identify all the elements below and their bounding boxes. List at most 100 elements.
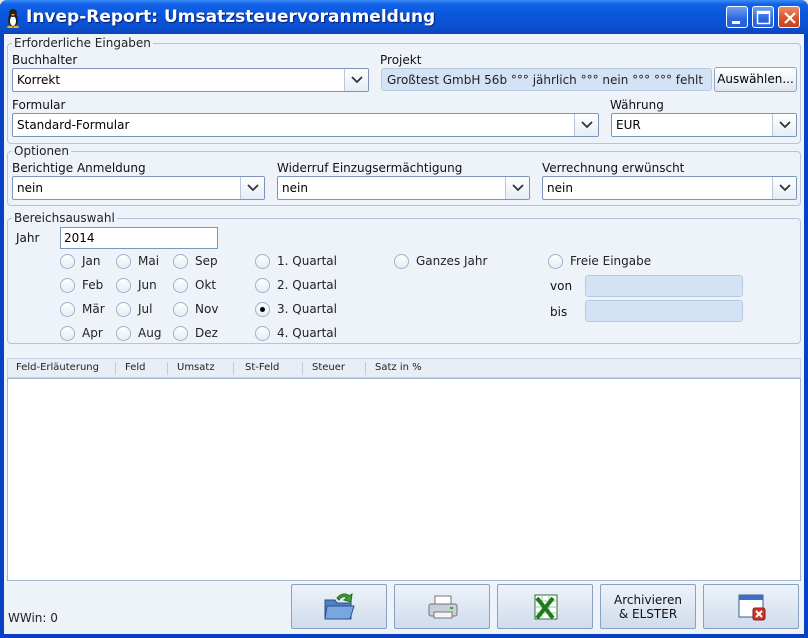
radio-label: 1. Quartal [277,254,337,268]
berichtige-dropdown-button[interactable] [240,177,264,199]
waehrung-dropdown-button[interactable] [772,114,796,136]
export-excel-button[interactable] [497,584,593,629]
archive-elster-button[interactable]: Archivieren & ELSTER [600,584,696,629]
maximize-button[interactable] [752,6,774,28]
radio-label: Mai [138,254,160,268]
radio-circle [173,302,188,317]
projekt-label: Projekt [380,53,422,67]
radio-label: Nov [195,302,219,316]
bis-input[interactable] [585,300,743,322]
jahr-input[interactable]: 2014 [60,227,218,249]
radio-label: Jan [82,254,101,268]
buchhalter-label: Buchhalter [12,53,78,67]
column-divider[interactable] [302,362,303,375]
column-header-feld[interactable]: Feld [125,362,145,373]
formular-value: Standard-Formular [17,118,130,132]
chevron-down-icon [779,184,791,192]
radio-circle [255,254,270,269]
jahr-value: 2014 [64,231,95,245]
projekt-value: Großtest GmbH 56b °°° jährlich °°° nein … [387,73,704,87]
close-icon [784,12,796,24]
results-table[interactable] [7,378,801,581]
widerruf-dropdown-button[interactable] [505,177,529,199]
maximize-icon [756,10,771,25]
von-input[interactable] [585,275,743,297]
open-button[interactable] [291,584,387,629]
column-divider[interactable] [365,362,366,375]
options-legend: Optionen [14,144,70,158]
column-header-steuer[interactable]: Steuer [312,362,345,373]
range-legend: Bereichsauswahl [14,211,115,225]
widerruf-value: nein [282,181,308,195]
radio-label: 3. Quartal [277,302,337,316]
archive-label-line2: & ELSTER [618,607,678,621]
chevron-down-icon [351,76,363,84]
folder-open-icon [324,592,355,620]
column-header-satz[interactable]: Satz in % [375,362,422,373]
printer-icon [428,595,458,619]
radio-label: 2. Quartal [277,278,337,292]
column-divider[interactable] [115,362,116,375]
jahr-label: Jahr [16,231,40,245]
radio-label: Sep [195,254,218,268]
verrechnung-dropdown-button[interactable] [772,177,796,199]
radio-circle [255,278,270,293]
minimize-button[interactable] [726,6,748,28]
close-window-button[interactable] [703,584,799,629]
select-project-button[interactable]: Auswählen... [714,67,797,92]
berichtige-select[interactable]: nein [12,176,265,200]
formular-select[interactable]: Standard-Formular [12,113,599,137]
verrechnung-value: nein [547,181,573,195]
formular-dropdown-button[interactable] [574,114,598,136]
buchhalter-value: Korrekt [17,73,61,87]
column-header-umsatz[interactable]: Umsatz [177,362,215,373]
app-penguin-icon [7,9,19,28]
archive-label-line1: Archivieren [614,593,682,607]
waehrung-select[interactable]: EUR [611,113,797,137]
required-inputs-legend: Erforderliche Eingaben [14,36,151,50]
column-divider[interactable] [167,362,168,375]
waehrung-value: EUR [616,118,641,132]
radio-label: Ganzes Jahr [416,254,488,268]
close-button[interactable] [778,6,800,28]
radio-label: Feb [82,278,104,292]
chevron-down-icon [512,184,524,192]
radio-circle [60,278,75,293]
radio-label: Okt [195,278,217,292]
archive-elster-label: Archivieren & ELSTER [601,585,695,621]
radio-label: Jun [138,278,157,292]
excel-icon [534,594,558,620]
radio-label: Aug [138,326,162,340]
radio-circle [173,278,188,293]
status-text: WWin: 0 [8,611,58,625]
chevron-down-icon [779,121,791,129]
widerruf-label: Widerruf Einzugsermächtigung [277,161,463,175]
radio-circle [60,326,75,341]
minimize-icon [732,21,740,24]
verrechnung-label: Verrechnung erwünscht [542,161,685,175]
window-title: Invep-Report: Umsatzsteuervoranmeldung [26,7,436,27]
radio-circle [255,302,270,317]
radio-label: 4. Quartal [277,326,337,340]
widerruf-select[interactable]: nein [277,176,530,200]
print-button[interactable] [394,584,490,629]
radio-circle [116,254,131,269]
buchhalter-dropdown-button[interactable] [344,69,368,91]
app-window: Invep-Report: Umsatzsteuervoranmeldung E… [0,0,808,638]
buchhalter-select[interactable]: Korrekt [12,68,369,92]
radio-circle [394,254,409,269]
radio-label: Freie Eingabe [570,254,652,268]
berichtige-label: Berichtige Anmeldung [12,161,146,175]
radio-circle [116,326,131,341]
column-header-feld-erlaeuterung[interactable]: Feld-Erläuterung [16,362,99,373]
radio-selected-dot [260,307,265,312]
column-divider[interactable] [233,362,234,375]
radio-label: Apr [82,326,103,340]
title-bar[interactable]: Invep-Report: Umsatzsteuervoranmeldung [0,0,808,34]
window-client: Erforderliche Eingaben Buchhalter Korrek… [4,34,804,634]
verrechnung-select[interactable]: nein [542,176,797,200]
table-header: Feld-Erläuterung Feld Umsatz St-Feld Ste… [7,358,801,378]
column-header-st-feld[interactable]: St-Feld [245,362,279,373]
radio-circle [116,302,131,317]
radio-label: Mär [82,302,105,316]
